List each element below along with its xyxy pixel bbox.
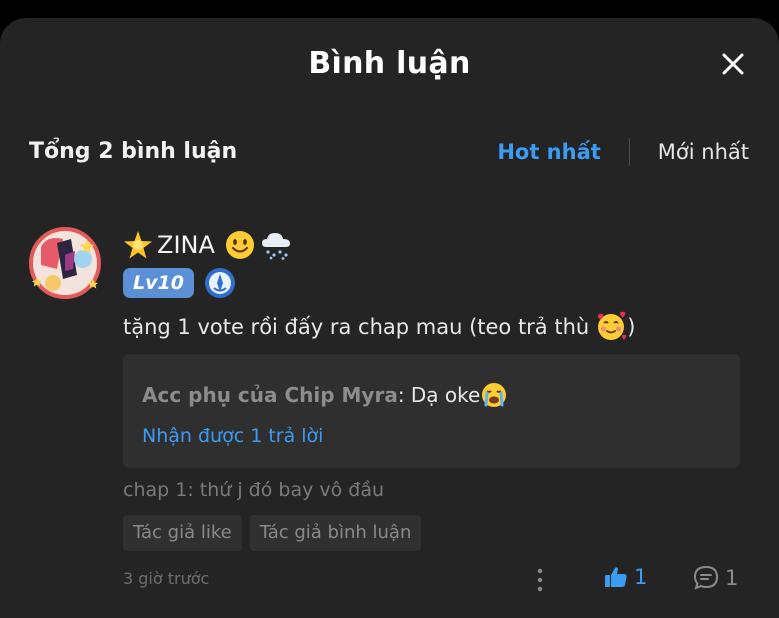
view-replies-link[interactable]: Nhận được 1 trả lời [142, 425, 323, 447]
timestamp: 3 giờ trước [123, 569, 210, 588]
star-emoji-icon [124, 231, 152, 259]
reply-line: Acc phụ của Chip Myra : Dạ oke [142, 381, 508, 409]
username[interactable]: ZINA [157, 231, 215, 259]
reply-preview[interactable]: Acc phụ của Chip Myra : Dạ oke Nhận được… [123, 354, 740, 468]
user-badges: Lv10 [123, 266, 237, 300]
reply-author[interactable]: Acc phụ của Chip Myra [142, 383, 398, 407]
comments-sheet: Bình luận Tổng 2 bình luận Hot nhất Mới … [0, 18, 779, 618]
username-row: ZINA [123, 226, 293, 264]
divider [628, 138, 630, 166]
author-tags: Tác giả like Tác giả bình luận [123, 515, 429, 551]
crying-emoji-icon [482, 383, 507, 407]
level-badge: Lv10 [123, 268, 194, 298]
more-vertical-icon [537, 568, 543, 592]
tag-author-liked: Tác giả like [123, 515, 242, 551]
comment-text: tặng 1 vote rồi đấy ra chap mau (teo trả… [123, 311, 635, 343]
snow-cloud-emoji-icon [261, 233, 290, 260]
comment-total: Tổng 2 bình luận [29, 139, 238, 164]
thumbs-up-icon [605, 567, 627, 587]
comment-bubble-icon [693, 565, 719, 590]
reply-count: 1 [725, 566, 739, 590]
more-options-button[interactable] [535, 567, 545, 597]
reply-text: : Dạ oke [397, 383, 481, 407]
like-count: 1 [634, 565, 648, 589]
avatar[interactable] [27, 225, 103, 301]
love-emoji-icon [598, 311, 627, 340]
close-icon [722, 53, 744, 75]
page-title: Bình luận [308, 46, 471, 81]
chapter-label: chap 1: thứ j đó bay vô đầu [123, 479, 385, 501]
tab-hot[interactable]: Hot nhất [497, 140, 600, 164]
tag-author-commented: Tác giả bình luận [249, 515, 422, 551]
medal-icon [204, 268, 235, 298]
tab-newest[interactable]: Mới nhất [658, 140, 749, 164]
like-button[interactable]: 1 [604, 565, 647, 589]
reply-button[interactable]: 1 [693, 565, 738, 591]
smile-emoji-icon [225, 231, 254, 259]
close-button[interactable] [721, 52, 745, 76]
sort-tabs: Hot nhất Mới nhất [497, 138, 749, 166]
